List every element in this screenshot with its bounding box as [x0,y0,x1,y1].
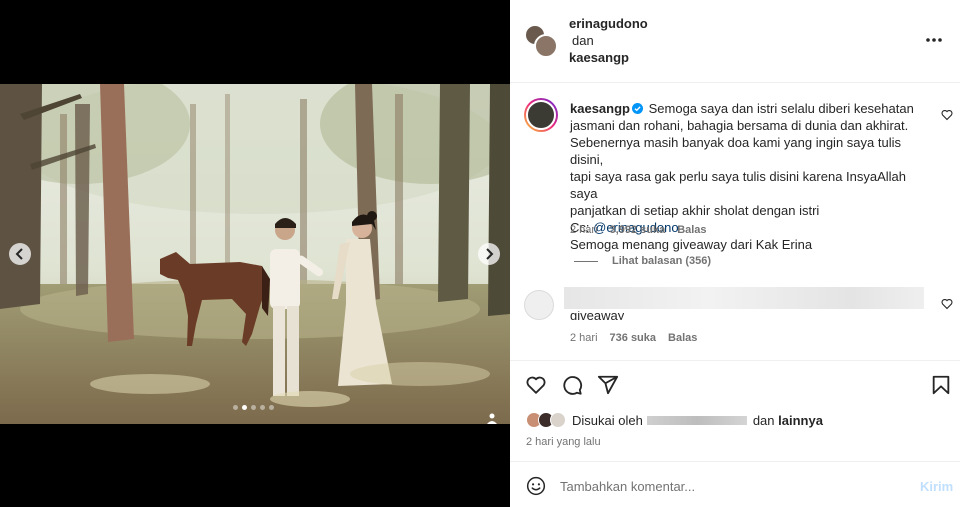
comment-likes[interactable]: 736 suka [610,332,656,344]
post-photo [0,84,510,424]
comment-time: 2 hari [570,224,598,236]
chevron-right-icon [486,248,494,260]
reply-button[interactable]: Balas [677,224,706,236]
carousel-dot [260,405,265,410]
comment-like-heart-icon[interactable] [941,298,953,310]
liked-by: Disukai oleh dan lainnya [526,410,823,430]
liked-by-suffix: dan [752,412,775,428]
blurred-username [646,415,747,425]
liked-by-others[interactable]: lainnya [778,413,823,428]
comment-input[interactable] [560,476,900,496]
more-icon[interactable] [924,33,944,47]
comment-like-heart-icon[interactable] [941,109,953,121]
comment-icon[interactable] [561,374,583,396]
avatar [550,412,566,428]
blurred-comment-text [564,287,924,309]
collab-avatars[interactable] [524,24,558,58]
actions-divider [510,360,960,361]
comment-text-line: tapi saya rasa gak perlu saya tulis disi… [570,169,907,201]
share-icon[interactable] [597,374,619,396]
carousel-indicator [233,405,274,410]
reply-button[interactable]: Balas [668,332,697,344]
comment-username[interactable]: kaesangp [570,101,630,116]
post-media [0,0,510,507]
tag-user-icon[interactable] [486,412,498,424]
liked-by-avatars[interactable] [526,410,572,430]
chevron-left-icon [15,248,23,260]
heart-icon[interactable] [525,374,547,396]
author-username[interactable]: erinagudono [569,16,648,31]
comment-text-line: Semoga menang giveaway dari Kak Erina [570,237,813,252]
comment-meta: 2 hari 3,992 suka Balas [570,224,707,236]
next-slide-button[interactable] [478,243,500,265]
post-timestamp[interactable]: 2 hari yang lalu [526,436,601,448]
previous-slide-button[interactable] [9,243,31,265]
instagram-post-modal: erinagudono dan kaesangp kaesangp Semoga… [0,0,960,507]
collaborator-username[interactable]: kaesangp [569,50,629,65]
comment-text-line: jasmani dan rohani, bahagia bersama di d… [570,118,909,133]
emoji-icon[interactable] [526,476,546,496]
comment-composer: Kirim [510,461,960,507]
comment-text-partial: giveaway [570,311,625,320]
carousel-dot-active [242,405,247,410]
liked-by-prefix: Disukai oleh [572,412,643,428]
comment-likes[interactable]: 3,992 suka [610,224,666,236]
comment-meta: 2 hari 736 suka Balas [570,332,697,344]
post-header: erinagudono dan kaesangp [510,0,960,83]
verified-icon [631,103,643,114]
comment-text-line: Sebenernya masih banyak doa kami yang in… [570,135,901,167]
view-replies-button[interactable]: Lihat balasan (356) [574,255,711,267]
comment-avatar[interactable] [524,290,554,320]
post-side-panel: erinagudono dan kaesangp kaesangp Semoga… [510,0,960,507]
carousel-dot [233,405,238,410]
view-replies-label: Lihat balasan (356) [612,255,712,267]
comment-avatar[interactable] [524,98,558,132]
carousel-dot [269,405,274,410]
avatar [534,34,558,58]
collab-connector: dan [572,33,594,48]
comment-text-line: panjatkan di setiap akhir sholat dengan … [570,203,820,218]
bookmark-icon[interactable] [930,374,952,396]
comment-text-line: Semoga saya dan istri selalu diberi kese… [648,101,914,116]
carousel-dot [251,405,256,410]
comment-time: 2 hari [570,332,598,344]
post-comment-button[interactable]: Kirim [920,479,953,494]
